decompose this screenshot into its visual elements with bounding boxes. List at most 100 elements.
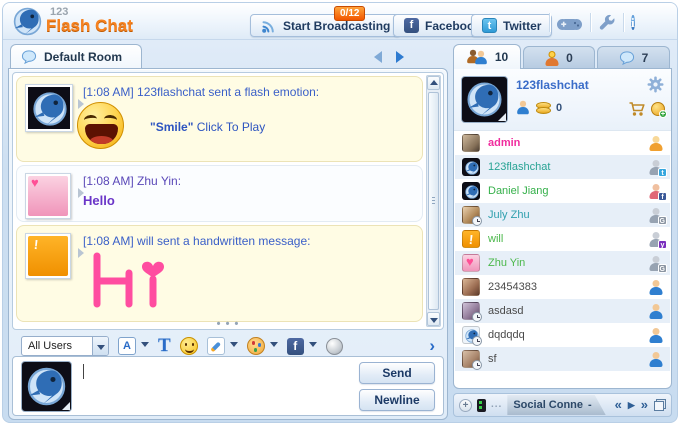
font-color-button[interactable]: A [118, 337, 136, 355]
user-status-google-icon: G [649, 256, 663, 271]
message-header: [1:08 AM] 123flashchat sent a flash emot… [83, 85, 319, 99]
divider [623, 13, 624, 32]
avatar-dropdown-arrow[interactable] [498, 113, 506, 121]
shop-cart-icon[interactable] [628, 101, 645, 117]
sidebar-tab-rooms[interactable]: 7 [597, 46, 670, 69]
user-row[interactable]: 23454383 [455, 275, 670, 299]
sidebar-tab-users[interactable]: 10 [453, 44, 521, 69]
app-window: 123 Flash Chat 0/12 Start Broadcasting f… [0, 0, 680, 425]
palette-caret[interactable] [270, 342, 278, 351]
chat-resize-dots[interactable]: • • • [217, 320, 240, 329]
handwriting-caret[interactable] [230, 342, 238, 351]
flash-emotion-palette-button[interactable] [247, 337, 265, 355]
user-status-facebook-icon: f [649, 184, 663, 199]
share-caret[interactable] [309, 342, 317, 351]
user-name: sf [488, 353, 641, 365]
user-avatar [462, 326, 480, 344]
friends-icon [545, 51, 559, 66]
message-avatar[interactable] [25, 84, 73, 132]
message-avatar[interactable] [25, 173, 71, 219]
social-tab-collapse[interactable]: - [588, 399, 592, 411]
message-header: [1:08 AM] Zhu Yin: [83, 174, 181, 188]
user-name: will [488, 233, 641, 245]
rooms-bubble-icon [619, 51, 635, 65]
translate-globe-button[interactable] [326, 338, 343, 355]
nav-next-button[interactable]: ▶ [628, 400, 635, 411]
user-status-member-icon [649, 136, 663, 151]
text-style-button[interactable]: T [158, 335, 171, 357]
message-input[interactable] [79, 361, 351, 411]
user-status-member-icon [649, 280, 663, 295]
brand-name: Flash Chat [46, 16, 133, 36]
select-arrow-button[interactable] [92, 337, 108, 355]
user-row[interactable]: 123flashchat t [455, 155, 670, 179]
popout-button[interactable] [654, 399, 666, 411]
facebook-share-button[interactable]: f [287, 338, 304, 355]
profile-person-icon [517, 101, 530, 115]
user-row[interactable]: Daniel Jiang f [455, 179, 670, 203]
broadcast-icon [261, 18, 277, 34]
facebook-icon: f [404, 18, 419, 33]
sidebar-tab-friends[interactable]: 0 [523, 46, 595, 69]
user-row[interactable]: July Zhu G [455, 203, 670, 227]
tab-rooms-count: 7 [642, 51, 649, 65]
audience-select[interactable]: All Users [21, 336, 109, 356]
divider [549, 13, 550, 32]
room-nav-next[interactable] [396, 51, 404, 63]
chat-panel-body: [1:08 AM] 123flashchat sent a flash emot… [8, 68, 448, 420]
handwriting-button[interactable] [207, 337, 225, 355]
start-broadcasting-button[interactable]: Start Broadcasting [250, 14, 401, 37]
social-tab[interactable]: Social Conne - [507, 395, 605, 415]
user-row[interactable]: will y [455, 227, 670, 251]
user-avatar [462, 182, 480, 200]
social-app-icon [477, 399, 486, 412]
newline-button[interactable]: Newline [359, 389, 435, 411]
composer-avatar[interactable] [21, 361, 72, 412]
flash-emotion-smiley[interactable] [77, 102, 124, 149]
chat-message: [1:08 AM] Zhu Yin: Hello [16, 165, 423, 222]
user-name: 123flashchat [488, 161, 641, 173]
user-status-twitter-icon: t [649, 160, 663, 175]
avatar-dropdown-arrow[interactable] [62, 402, 70, 410]
scroll-up-button[interactable] [427, 76, 440, 90]
divider [590, 13, 591, 32]
add-tab-button[interactable]: + [459, 399, 472, 412]
scroll-down-button[interactable] [427, 312, 440, 326]
user-row[interactable]: Zhu Yin G [455, 251, 670, 275]
nav-first-button[interactable]: « [615, 400, 622, 410]
message-avatar[interactable] [25, 233, 71, 279]
user-status-member-icon [649, 304, 663, 319]
chat-scrollbar[interactable] [426, 75, 441, 327]
room-tab-default[interactable]: Default Room [10, 44, 142, 69]
message-body: Hello [83, 193, 115, 208]
profile-stats: 0 [516, 100, 562, 115]
top-bar: 123 Flash Chat 0/12 Start Broadcasting f… [3, 3, 677, 40]
room-nav-prev[interactable] [374, 51, 382, 63]
user-name: dqdqdq [488, 329, 641, 341]
social-footer-bar: + ... Social Conne - « ▶ » [453, 393, 672, 417]
emotion-caption[interactable]: "Smile" Click To Play [150, 120, 265, 134]
idle-clock-icon [472, 336, 482, 346]
font-color-caret[interactable] [141, 342, 149, 351]
toolbar-expand-chevron[interactable]: › [429, 339, 435, 353]
user-row[interactable]: admin [455, 131, 670, 155]
profile-avatar[interactable] [461, 76, 508, 123]
user-row[interactable]: sf [455, 347, 670, 371]
chat-message-area[interactable]: [1:08 AM] 123flashchat sent a flash emot… [12, 72, 444, 330]
send-button[interactable]: Send [359, 362, 435, 384]
user-name: Zhu Yin [488, 257, 641, 269]
add-coins-icon[interactable]: + [651, 102, 665, 116]
twitter-button[interactable]: t Twitter [471, 14, 552, 37]
logo-bird-icon [11, 5, 44, 38]
user-row[interactable]: dqdqdq [455, 323, 670, 347]
nav-last-button[interactable]: » [641, 400, 648, 410]
emoticon-button[interactable] [180, 337, 198, 355]
settings-wrench-button[interactable] [598, 14, 616, 37]
scroll-thumb[interactable] [428, 92, 439, 310]
games-icon-button[interactable] [557, 16, 582, 36]
user-row[interactable]: asdasd [455, 299, 670, 323]
info-button[interactable]: i [631, 14, 635, 32]
profile-settings-gear-icon[interactable] [647, 76, 664, 93]
user-avatar [462, 230, 480, 248]
sidebar-body: 123flashchat 0 + admin [453, 68, 672, 389]
